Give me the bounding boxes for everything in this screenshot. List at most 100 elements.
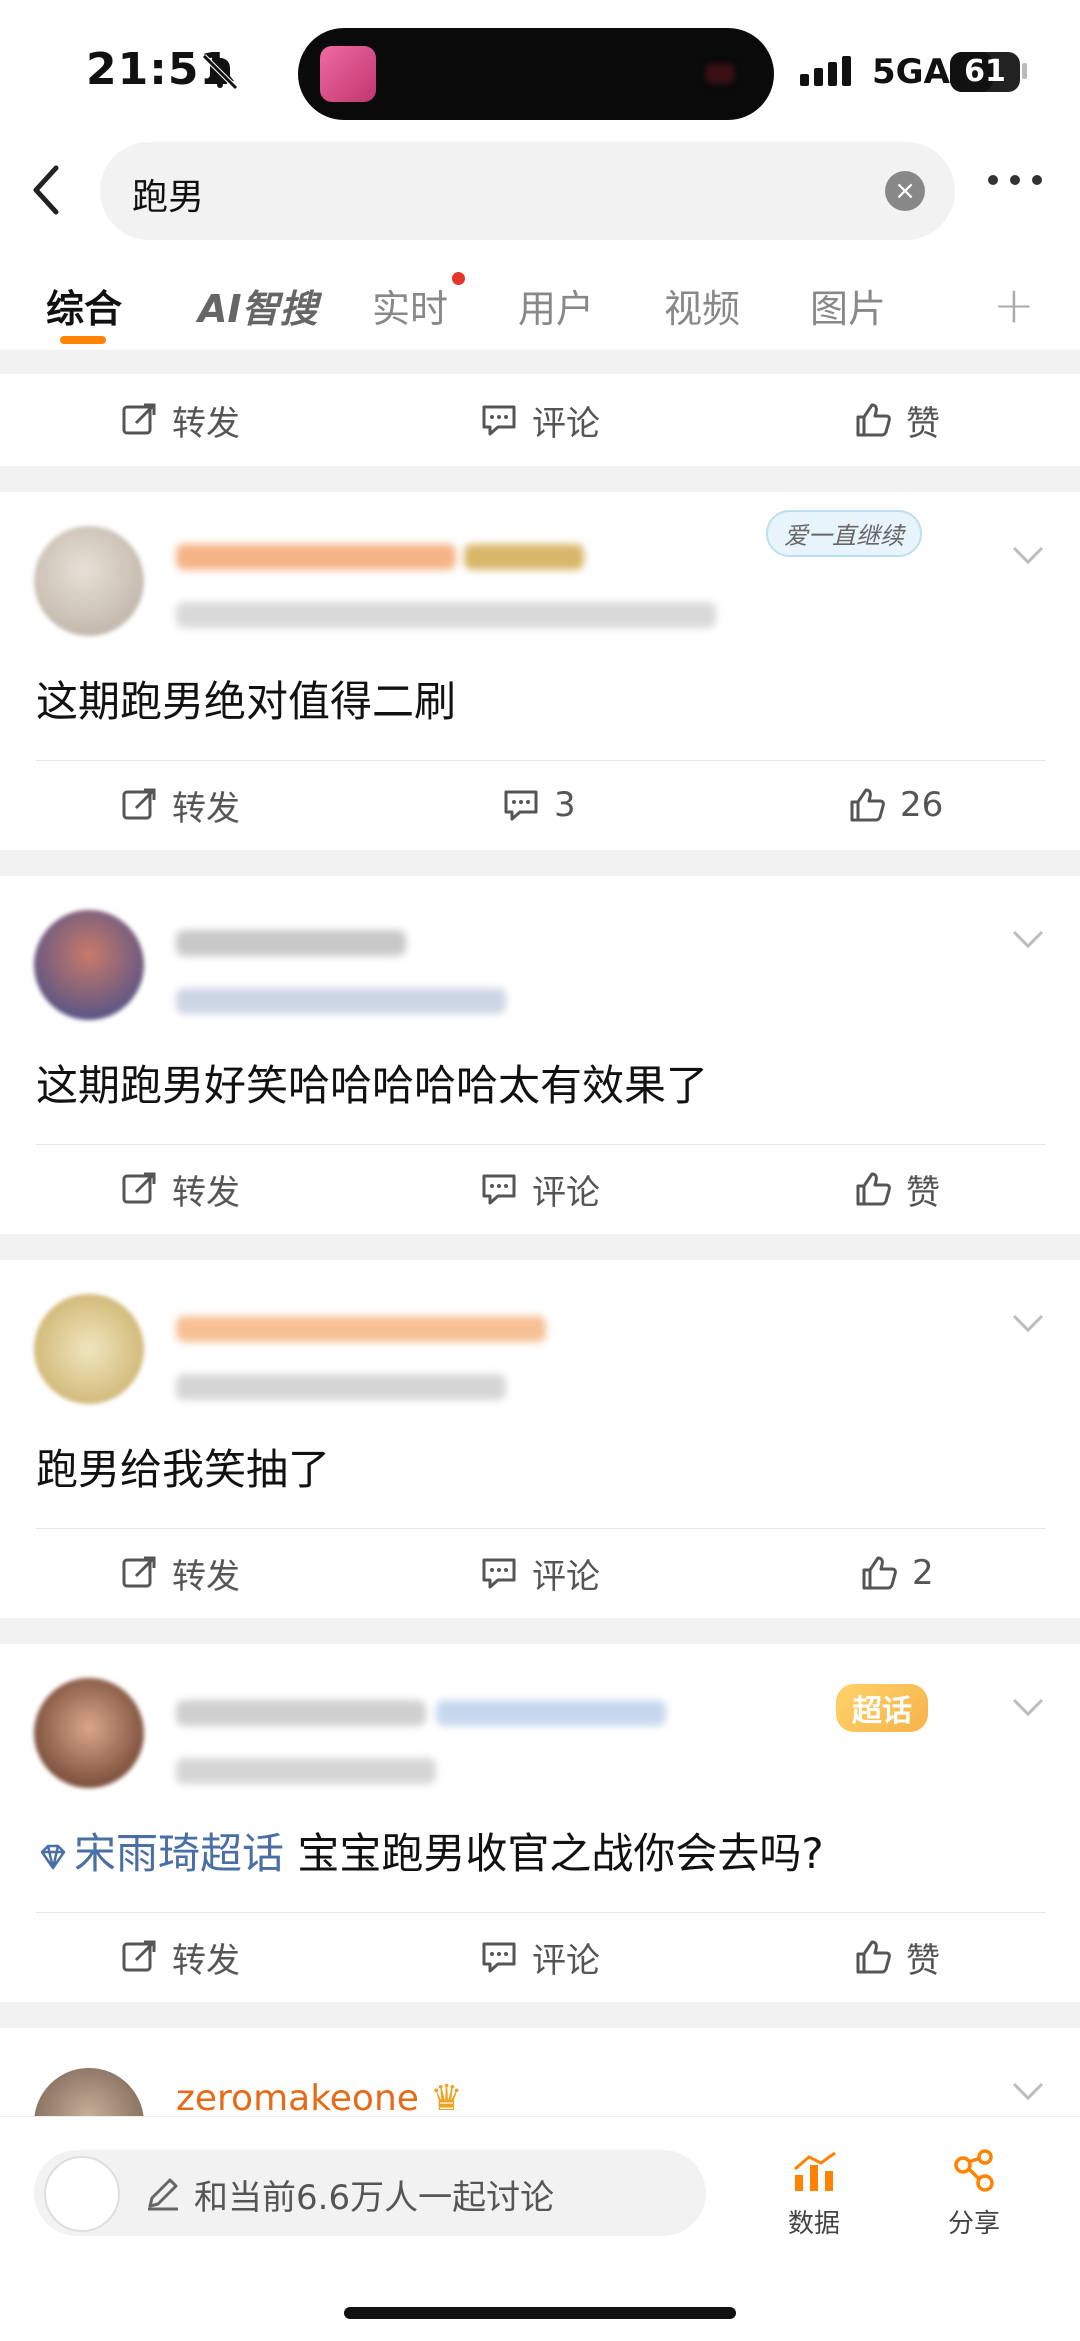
decoration-badge: 爱一直继续 (766, 510, 922, 557)
comment-button[interactable]: 评论 (480, 1913, 600, 2001)
avatar[interactable] (34, 1678, 144, 1788)
repost-button[interactable]: 转发 (120, 1913, 240, 2001)
chevron-down-icon[interactable] (1010, 1696, 1046, 1718)
username[interactable]: zeromakeone ♛ (176, 2078, 463, 2119)
section-divider (0, 1234, 1080, 1260)
username-blurred[interactable] (176, 930, 406, 956)
like-icon (862, 1556, 897, 1590)
data-button[interactable]: 数据 (764, 2147, 864, 2240)
repost-button[interactable]: 转发 (120, 761, 240, 849)
post-action-bar: 转发 3 26 (36, 760, 1046, 848)
discussion-composer[interactable]: 和当前6.6万人一起讨论 (34, 2150, 706, 2236)
repost-icon (122, 788, 156, 820)
tab-videos[interactable]: 视频 (664, 278, 740, 333)
post-action-bar: 转发 评论 2 (36, 1528, 1046, 1616)
repost-button[interactable]: 转发 (120, 1145, 240, 1233)
avatar[interactable] (34, 526, 144, 636)
like-button[interactable]: 赞 (854, 1913, 940, 2001)
search-query[interactable]: 跑男 (132, 168, 204, 220)
status-bar: 21:51 5GA 61 (0, 0, 1080, 140)
signal-icon (800, 56, 851, 86)
network-type: 5GA (872, 52, 950, 92)
post-meta-blurred (176, 1374, 506, 1400)
comment-icon (482, 405, 516, 436)
chevron-down-icon[interactable] (1010, 1312, 1046, 1334)
bottom-bar: 和当前6.6万人一起讨论 数据 分享 (0, 2116, 1080, 2341)
active-tab-indicator (60, 336, 106, 344)
live-activity-indicator (706, 64, 734, 84)
avatar[interactable] (34, 1294, 144, 1404)
tab-bar: 综合 AI智搜 实时 用户 视频 图片 + (0, 268, 1080, 358)
comment-button[interactable]: 评论 (480, 1145, 600, 1233)
post-action-bar: 转发 评论 赞 (36, 1912, 1046, 2000)
like-icon (856, 1940, 891, 1974)
user-topic-blurred (436, 1700, 666, 1726)
chevron-down-icon[interactable] (1010, 928, 1046, 950)
post-text: 宋雨琦超话 宝宝跑男收官之战你会去吗? (36, 1820, 824, 1881)
plus-icon[interactable]: + (993, 276, 1035, 334)
like-button[interactable]: 赞 (854, 376, 940, 464)
like-icon (856, 403, 891, 437)
like-button[interactable]: 2 (860, 1529, 934, 1617)
pen-icon (148, 2178, 178, 2211)
chevron-down-icon[interactable] (1010, 2080, 1046, 2102)
like-icon (856, 1172, 891, 1206)
post-text: 这期跑男绝对值得二刷 (36, 677, 457, 726)
section-divider (0, 466, 1080, 492)
tab-users[interactable]: 用户 (518, 278, 594, 333)
battery-icon: 61 (950, 52, 1020, 92)
like-button[interactable]: 26 (848, 761, 943, 849)
clear-icon[interactable]: × (885, 171, 925, 211)
repost-icon (122, 403, 156, 435)
supertopic-link[interactable]: 宋雨琦超话 (74, 1829, 284, 1878)
repost-button[interactable]: 转发 (120, 1529, 240, 1617)
repost-icon (122, 1940, 156, 1972)
comment-icon (504, 790, 538, 821)
crown-icon: ♛ (430, 2078, 463, 2119)
share-button[interactable]: 分享 (924, 2147, 1024, 2240)
avatar[interactable] (34, 910, 144, 1020)
realtime-new-dot (452, 272, 465, 285)
section-divider (0, 2002, 1080, 2028)
repost-button[interactable]: 转发 (120, 376, 240, 464)
battery-cap (1022, 63, 1027, 79)
more-icon[interactable] (988, 175, 1042, 185)
bell-mute-icon (202, 54, 238, 90)
dynamic-island[interactable] (298, 28, 774, 120)
username-blurred[interactable] (176, 544, 456, 570)
supertopic-icon (40, 1844, 66, 1869)
post-action-bar: 转发 评论 赞 (36, 376, 1046, 464)
post-meta-blurred (176, 988, 506, 1014)
tab-realtime[interactable]: 实时 (372, 278, 448, 333)
data-icon (794, 2151, 836, 2191)
like-button[interactable]: 赞 (854, 1145, 940, 1233)
post-text: 这期跑男好笑哈哈哈哈哈太有效果了 (36, 1061, 709, 1110)
tab-comprehensive[interactable]: 综合 (46, 278, 122, 333)
share-icon (954, 2149, 994, 2192)
live-activity-app-icon (320, 46, 376, 102)
section-divider (0, 350, 1080, 374)
chevron-down-icon[interactable] (1010, 544, 1046, 566)
username-blurred[interactable] (176, 1700, 426, 1726)
comment-button[interactable]: 3 (502, 761, 576, 849)
back-icon[interactable] (26, 160, 66, 220)
comment-button[interactable]: 评论 (480, 1529, 600, 1617)
comment-icon (482, 1942, 516, 1973)
comment-icon (482, 1558, 516, 1589)
composer-placeholder: 和当前6.6万人一起讨论 (194, 2178, 555, 2218)
repost-icon (122, 1172, 156, 1204)
user-badges-blurred (464, 544, 584, 570)
tab-ai-search[interactable]: AI智搜 (198, 278, 318, 333)
comment-icon (482, 1174, 516, 1205)
section-divider (0, 850, 1080, 876)
supertopic-badge: 超话 (836, 1684, 928, 1732)
like-icon (850, 788, 885, 822)
tab-images[interactable]: 图片 (810, 278, 886, 333)
home-indicator[interactable] (344, 2307, 736, 2319)
username-blurred[interactable] (176, 1316, 546, 1342)
search-input[interactable]: 跑男 × (100, 142, 955, 240)
battery-level: 61 (964, 54, 1006, 89)
comment-button[interactable]: 评论 (480, 376, 600, 464)
post-action-bar: 转发 评论 赞 (36, 1144, 1046, 1232)
avatar (44, 2156, 120, 2232)
